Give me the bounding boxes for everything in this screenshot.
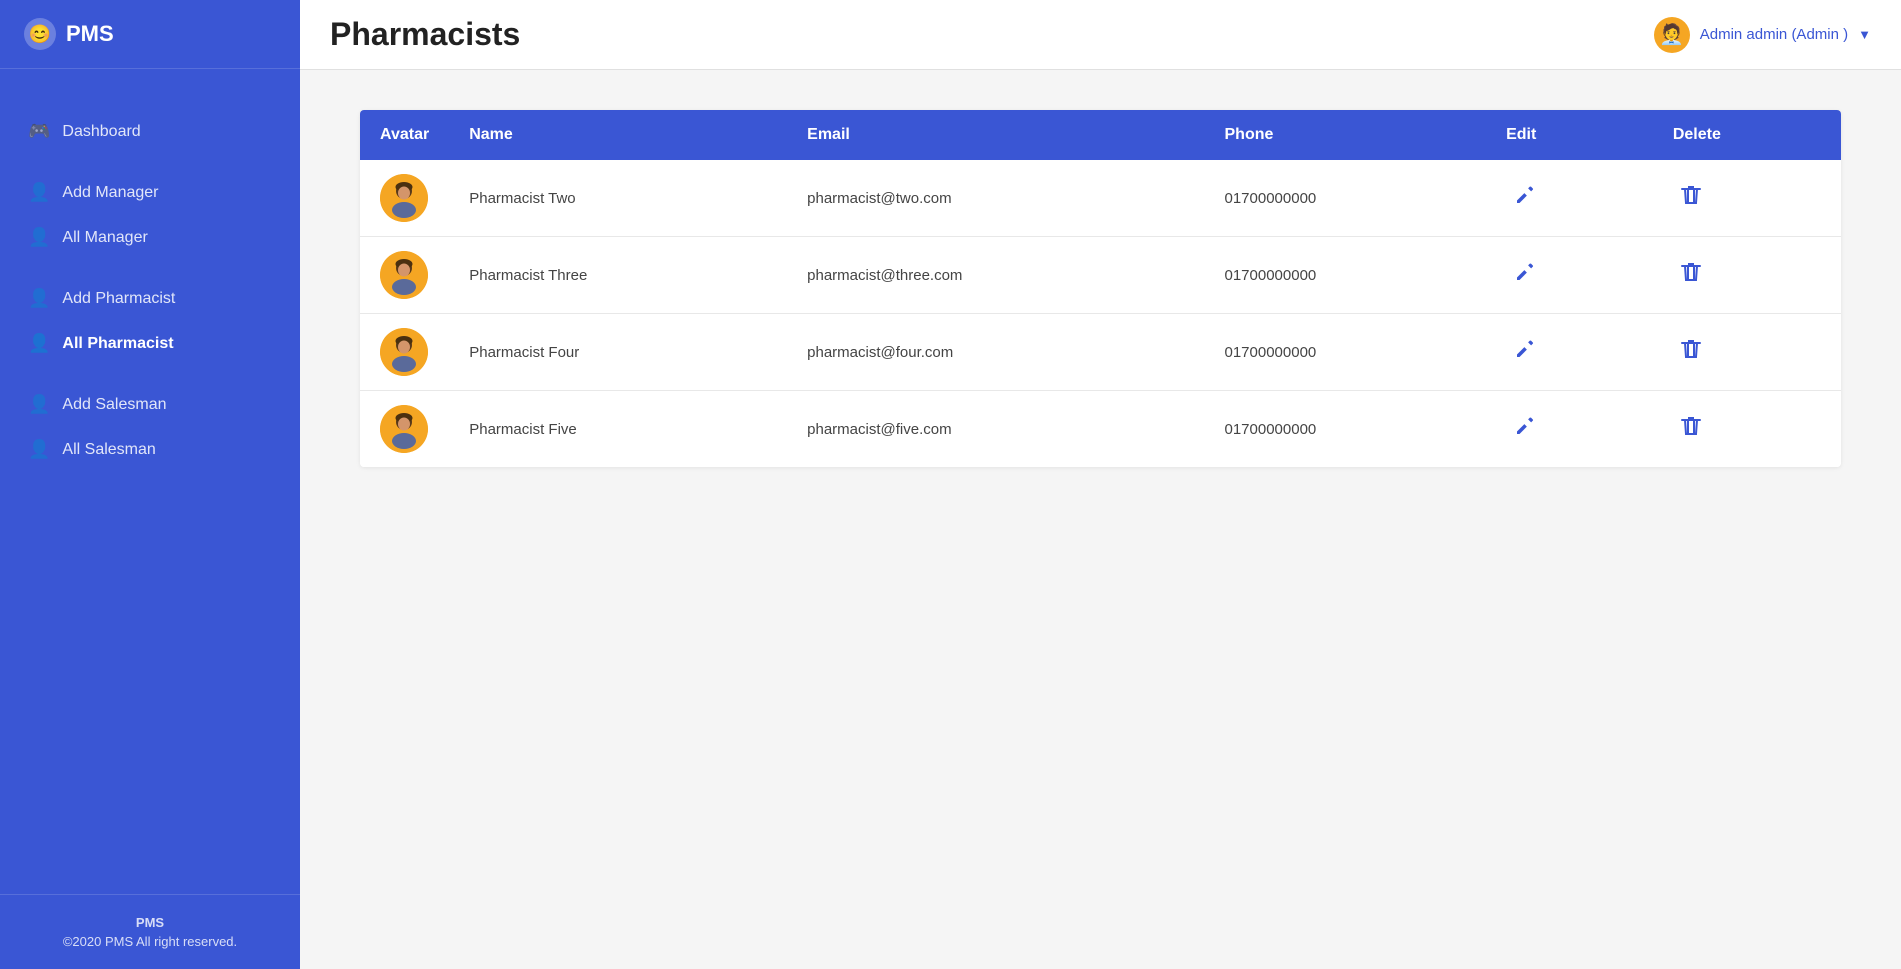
pharmacist-name: Pharmacist Three <box>449 237 787 314</box>
table-row: Pharmacist Threepharmacist@three.com0170… <box>360 237 1841 314</box>
sidebar-footer: PMS ©2020 PMS All right reserved. <box>0 894 300 969</box>
user-avatar: 🧑‍💼 <box>1654 17 1690 53</box>
pharmacist-name: Pharmacist Four <box>449 314 787 391</box>
pharmacist-email: pharmacist@two.com <box>787 160 1204 237</box>
user-menu[interactable]: 🧑‍💼 Admin admin (Admin ) ▼ <box>1654 17 1871 53</box>
pharmacists-table-container: Avatar Name Email Phone Edit Delete <box>360 110 1841 467</box>
sidebar-item-label: Dashboard <box>62 123 140 141</box>
edit-button[interactable] <box>1506 180 1544 216</box>
table-row: Pharmacist Fourpharmacist@four.com017000… <box>360 314 1841 391</box>
sidebar-item-all-salesman[interactable]: 👤 All Salesman <box>0 427 300 472</box>
edit-cell <box>1486 237 1653 314</box>
avatar-cell <box>360 160 449 237</box>
table-row: Pharmacist Fivepharmacist@five.com017000… <box>360 391 1841 468</box>
sidebar-item-label: Add Salesman <box>62 396 166 414</box>
pharmacist-email: pharmacist@four.com <box>787 314 1204 391</box>
pharmacists-table: Avatar Name Email Phone Edit Delete <box>360 110 1841 467</box>
edit-button[interactable] <box>1506 257 1544 293</box>
delete-button[interactable] <box>1673 334 1709 370</box>
logo-icon: 😊 <box>24 18 56 50</box>
edit-cell <box>1486 314 1653 391</box>
pharmacist-phone: 01700000000 <box>1205 391 1487 468</box>
sidebar-item-label: All Salesman <box>62 441 155 459</box>
sidebar-item-label: All Pharmacist <box>62 335 173 353</box>
delete-cell <box>1653 160 1841 237</box>
all-manager-icon: 👤 <box>28 227 50 248</box>
main-content: Pharmacists 🧑‍💼 Admin admin (Admin ) ▼ A… <box>300 0 1901 969</box>
avatar <box>380 405 428 453</box>
all-pharmacist-icon: 👤 <box>28 333 50 354</box>
table-header-row: Avatar Name Email Phone Edit Delete <box>360 110 1841 160</box>
sidebar-item-label: All Manager <box>62 229 147 247</box>
topbar: Pharmacists 🧑‍💼 Admin admin (Admin ) ▼ <box>300 0 1901 70</box>
col-delete: Delete <box>1653 110 1841 160</box>
avatar <box>380 328 428 376</box>
pharmacist-phone: 01700000000 <box>1205 237 1487 314</box>
delete-button[interactable] <box>1673 411 1709 447</box>
page-title: Pharmacists <box>330 16 520 53</box>
sidebar-item-label: Add Manager <box>62 184 158 202</box>
edit-cell <box>1486 391 1653 468</box>
delete-button[interactable] <box>1673 180 1709 216</box>
sidebar-nav: 🎮 Dashboard 👤 Add Manager 👤 All Manager … <box>0 69 300 894</box>
sidebar-item-all-pharmacist[interactable]: 👤 All Pharmacist <box>0 321 300 366</box>
pharmacist-email: pharmacist@three.com <box>787 237 1204 314</box>
add-manager-icon: 👤 <box>28 182 50 203</box>
avatar-cell <box>360 314 449 391</box>
dashboard-icon: 🎮 <box>28 121 50 142</box>
add-pharmacist-icon: 👤 <box>28 288 50 309</box>
delete-cell <box>1653 314 1841 391</box>
pharmacist-phone: 01700000000 <box>1205 314 1487 391</box>
sidebar-item-add-salesman[interactable]: 👤 Add Salesman <box>0 382 300 427</box>
delete-cell <box>1653 237 1841 314</box>
sidebar-item-add-manager[interactable]: 👤 Add Manager <box>0 170 300 215</box>
avatar-cell <box>360 237 449 314</box>
sidebar-item-add-pharmacist[interactable]: 👤 Add Pharmacist <box>0 276 300 321</box>
user-label: Admin admin (Admin ) <box>1700 26 1848 43</box>
sidebar-item-all-manager[interactable]: 👤 All Manager <box>0 215 300 260</box>
col-email: Email <box>787 110 1204 160</box>
logo-text: PMS <box>66 21 114 47</box>
pharmacist-name: Pharmacist Five <box>449 391 787 468</box>
table-body: Pharmacist Twopharmacist@two.com01700000… <box>360 160 1841 467</box>
edit-button[interactable] <box>1506 411 1544 447</box>
col-avatar: Avatar <box>360 110 449 160</box>
sidebar-item-label: Add Pharmacist <box>62 290 175 308</box>
chevron-down-icon: ▼ <box>1858 27 1871 42</box>
col-phone: Phone <box>1205 110 1487 160</box>
avatar-cell <box>360 391 449 468</box>
pharmacist-email: pharmacist@five.com <box>787 391 1204 468</box>
avatar <box>380 174 428 222</box>
pharmacist-phone: 01700000000 <box>1205 160 1487 237</box>
delete-button[interactable] <box>1673 257 1709 293</box>
avatar <box>380 251 428 299</box>
delete-cell <box>1653 391 1841 468</box>
edit-button[interactable] <box>1506 334 1544 370</box>
edit-cell <box>1486 160 1653 237</box>
col-edit: Edit <box>1486 110 1653 160</box>
all-salesman-icon: 👤 <box>28 439 50 460</box>
footer-copy: ©2020 PMS All right reserved. <box>24 934 276 949</box>
table-row: Pharmacist Twopharmacist@two.com01700000… <box>360 160 1841 237</box>
pharmacist-name: Pharmacist Two <box>449 160 787 237</box>
col-name: Name <box>449 110 787 160</box>
add-salesman-icon: 👤 <box>28 394 50 415</box>
sidebar-logo[interactable]: 😊 PMS <box>0 0 300 69</box>
content-area: Avatar Name Email Phone Edit Delete <box>300 70 1901 969</box>
sidebar: 😊 PMS 🎮 Dashboard 👤 Add Manager 👤 All Ma… <box>0 0 300 969</box>
sidebar-item-dashboard[interactable]: 🎮 Dashboard <box>0 109 300 154</box>
footer-title: PMS <box>24 915 276 930</box>
